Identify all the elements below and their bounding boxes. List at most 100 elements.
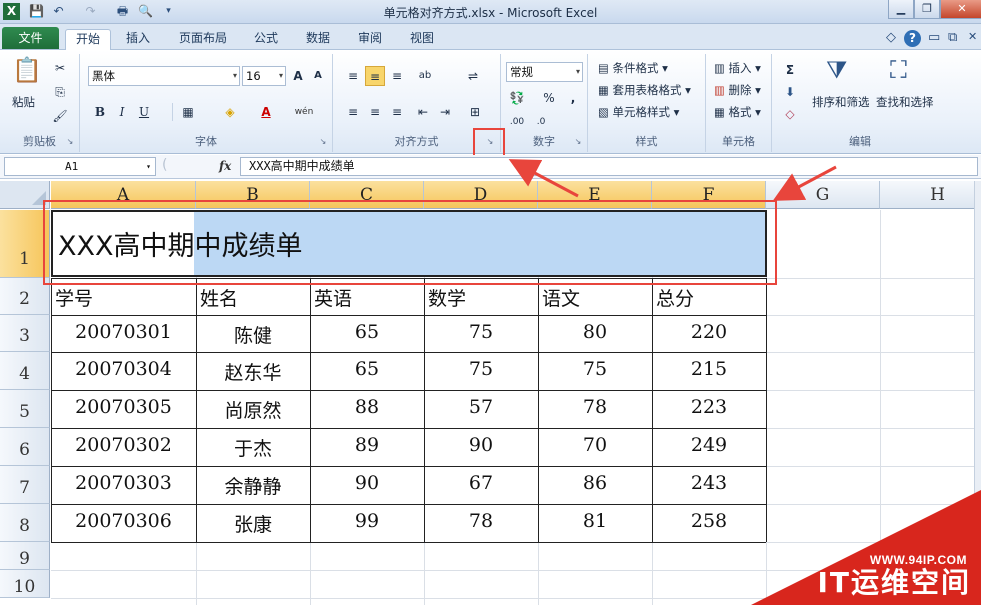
row-header-10[interactable]: 10 xyxy=(0,570,50,598)
delete-cells-button[interactable]: ▥ 删除 ▾ xyxy=(714,82,761,98)
tab-view[interactable]: 视图 xyxy=(404,29,440,50)
data-cell[interactable]: 20070301 xyxy=(51,321,196,349)
border-button[interactable]: ▦ xyxy=(178,102,198,122)
grow-font-button[interactable]: A xyxy=(288,66,308,86)
data-cell[interactable]: 88 xyxy=(310,396,424,424)
name-box[interactable]: A1 ▾ xyxy=(4,157,156,176)
data-cell[interactable]: 65 xyxy=(310,321,424,349)
copy-icon[interactable]: ⎘ xyxy=(50,82,70,102)
font-color-button[interactable]: A xyxy=(256,102,276,122)
wrap-text-button[interactable]: ⇌ xyxy=(463,66,483,86)
data-cell[interactable]: 215 xyxy=(652,358,766,386)
comma-button[interactable]: , xyxy=(563,88,583,108)
data-cell[interactable]: 70 xyxy=(538,434,652,462)
percent-button[interactable]: % xyxy=(539,88,559,108)
data-cell[interactable]: 243 xyxy=(652,472,766,500)
increase-decimal-button[interactable]: .00 xyxy=(507,112,527,132)
tab-review[interactable]: 审阅 xyxy=(352,29,388,50)
tab-page-layout[interactable]: 页面布局 xyxy=(172,29,234,50)
data-cell[interactable]: 99 xyxy=(310,510,424,538)
data-cell[interactable]: 75 xyxy=(424,321,538,349)
italic-button[interactable]: I xyxy=(112,102,132,122)
formula-bar-resize-icon[interactable]: ( xyxy=(162,157,167,173)
data-cell[interactable]: 20070304 xyxy=(51,358,196,386)
tab-file[interactable]: 文件 xyxy=(2,27,59,49)
data-cell[interactable]: 陈健 xyxy=(196,321,310,349)
top-align-button[interactable]: ≡ xyxy=(343,66,363,86)
data-cell[interactable]: 249 xyxy=(652,434,766,462)
bold-button[interactable]: B xyxy=(90,102,110,122)
find-select-button[interactable]: 查找和选择 xyxy=(876,94,934,110)
row-header-9[interactable]: 9 xyxy=(0,542,50,570)
data-cell[interactable]: 于杰 xyxy=(196,434,310,462)
row-header-8[interactable]: 8 xyxy=(0,504,50,542)
tab-insert[interactable]: 插入 xyxy=(118,29,158,50)
restore-button[interactable]: ❐ xyxy=(914,0,940,19)
data-cell[interactable]: 张康 xyxy=(196,510,310,538)
align-center-button[interactable]: ≡ xyxy=(365,102,385,122)
fill-button[interactable]: ⬇ xyxy=(780,82,800,102)
format-painter-icon[interactable]: 🖌 xyxy=(50,106,70,126)
paste-button[interactable]: 粘贴 xyxy=(12,94,35,110)
decrease-decimal-button[interactable]: .0 xyxy=(531,112,551,132)
data-cell[interactable]: 89 xyxy=(310,434,424,462)
merge-center-button[interactable]: ⊞ xyxy=(465,102,485,122)
currency-button[interactable]: 💱 xyxy=(507,88,527,108)
data-cell[interactable]: 220 xyxy=(652,321,766,349)
data-cell[interactable]: 75 xyxy=(538,358,652,386)
align-right-button[interactable]: ≡ xyxy=(387,102,407,122)
data-cell[interactable]: 78 xyxy=(424,510,538,538)
data-cell[interactable]: 尚原然 xyxy=(196,396,310,424)
underline-button[interactable]: U xyxy=(134,102,154,122)
row-header-5[interactable]: 5 xyxy=(0,390,50,428)
sort-filter-icon[interactable]: ⧩ xyxy=(826,56,847,84)
header-cell[interactable]: 姓名 xyxy=(196,284,310,312)
data-cell[interactable]: 80 xyxy=(538,321,652,349)
decrease-indent-button[interactable]: ⇤ xyxy=(413,102,433,122)
autosum-button[interactable]: Σ xyxy=(780,60,800,80)
row-header-6[interactable]: 6 xyxy=(0,428,50,466)
binoculars-icon[interactable]: ⛶ xyxy=(890,56,907,84)
data-cell[interactable]: 258 xyxy=(652,510,766,538)
data-cell[interactable]: 90 xyxy=(424,434,538,462)
middle-align-button[interactable]: ≡ xyxy=(365,66,385,86)
data-cell[interactable]: 57 xyxy=(424,396,538,424)
insert-function-icon[interactable]: fx xyxy=(219,159,231,173)
format-as-table-button[interactable]: ▦ 套用表格格式 ▾ xyxy=(598,82,691,98)
format-cells-button[interactable]: ▦ 格式 ▾ xyxy=(714,104,761,120)
formula-input[interactable]: XXX高中期中成绩单 xyxy=(240,157,978,176)
number-format-combo[interactable]: 常规 ▾ xyxy=(506,62,583,82)
header-cell[interactable]: 语文 xyxy=(538,284,652,312)
data-cell[interactable]: 20070303 xyxy=(51,472,196,500)
tab-data[interactable]: 数据 xyxy=(300,29,336,50)
tab-formulas[interactable]: 公式 xyxy=(248,29,284,50)
doc-close-icon[interactable]: ✕ xyxy=(968,30,977,43)
align-left-button[interactable]: ≡ xyxy=(343,102,363,122)
bottom-align-button[interactable]: ≡ xyxy=(387,66,407,86)
data-cell[interactable]: 75 xyxy=(424,358,538,386)
column-header-g[interactable]: G xyxy=(766,181,880,209)
header-cell[interactable]: 英语 xyxy=(310,284,424,312)
shrink-font-button[interactable]: A xyxy=(308,66,328,86)
tab-home[interactable]: 开始 xyxy=(65,29,111,50)
phonetic-button[interactable]: wén xyxy=(294,102,314,122)
header-cell[interactable]: 总分 xyxy=(652,284,766,312)
increase-indent-button[interactable]: ⇥ xyxy=(435,102,455,122)
data-cell[interactable]: 20070305 xyxy=(51,396,196,424)
minimize-ribbon-icon[interactable]: ◇ xyxy=(886,30,896,45)
cell-styles-button[interactable]: ▧ 单元格样式 ▾ xyxy=(598,104,679,120)
name-box-dropdown-icon[interactable]: ▾ xyxy=(146,158,151,175)
conditional-format-button[interactable]: ▤ 条件格式 ▾ xyxy=(598,60,668,76)
clipboard-launcher-icon[interactable]: ↘ xyxy=(65,137,75,147)
doc-restore-icon[interactable]: ⧉ xyxy=(948,30,957,45)
data-cell[interactable]: 67 xyxy=(424,472,538,500)
clear-button[interactable]: ◇ xyxy=(780,104,800,124)
sort-filter-button[interactable]: 排序和筛选 xyxy=(812,94,870,110)
close-button[interactable]: ✕ xyxy=(940,0,981,19)
data-cell[interactable]: 20070306 xyxy=(51,510,196,538)
data-cell[interactable]: 65 xyxy=(310,358,424,386)
doc-minimize-icon[interactable]: ▭ xyxy=(928,30,940,45)
orientation-button[interactable]: ab xyxy=(415,66,435,86)
font-launcher-icon[interactable]: ↘ xyxy=(318,137,328,147)
data-cell[interactable]: 86 xyxy=(538,472,652,500)
